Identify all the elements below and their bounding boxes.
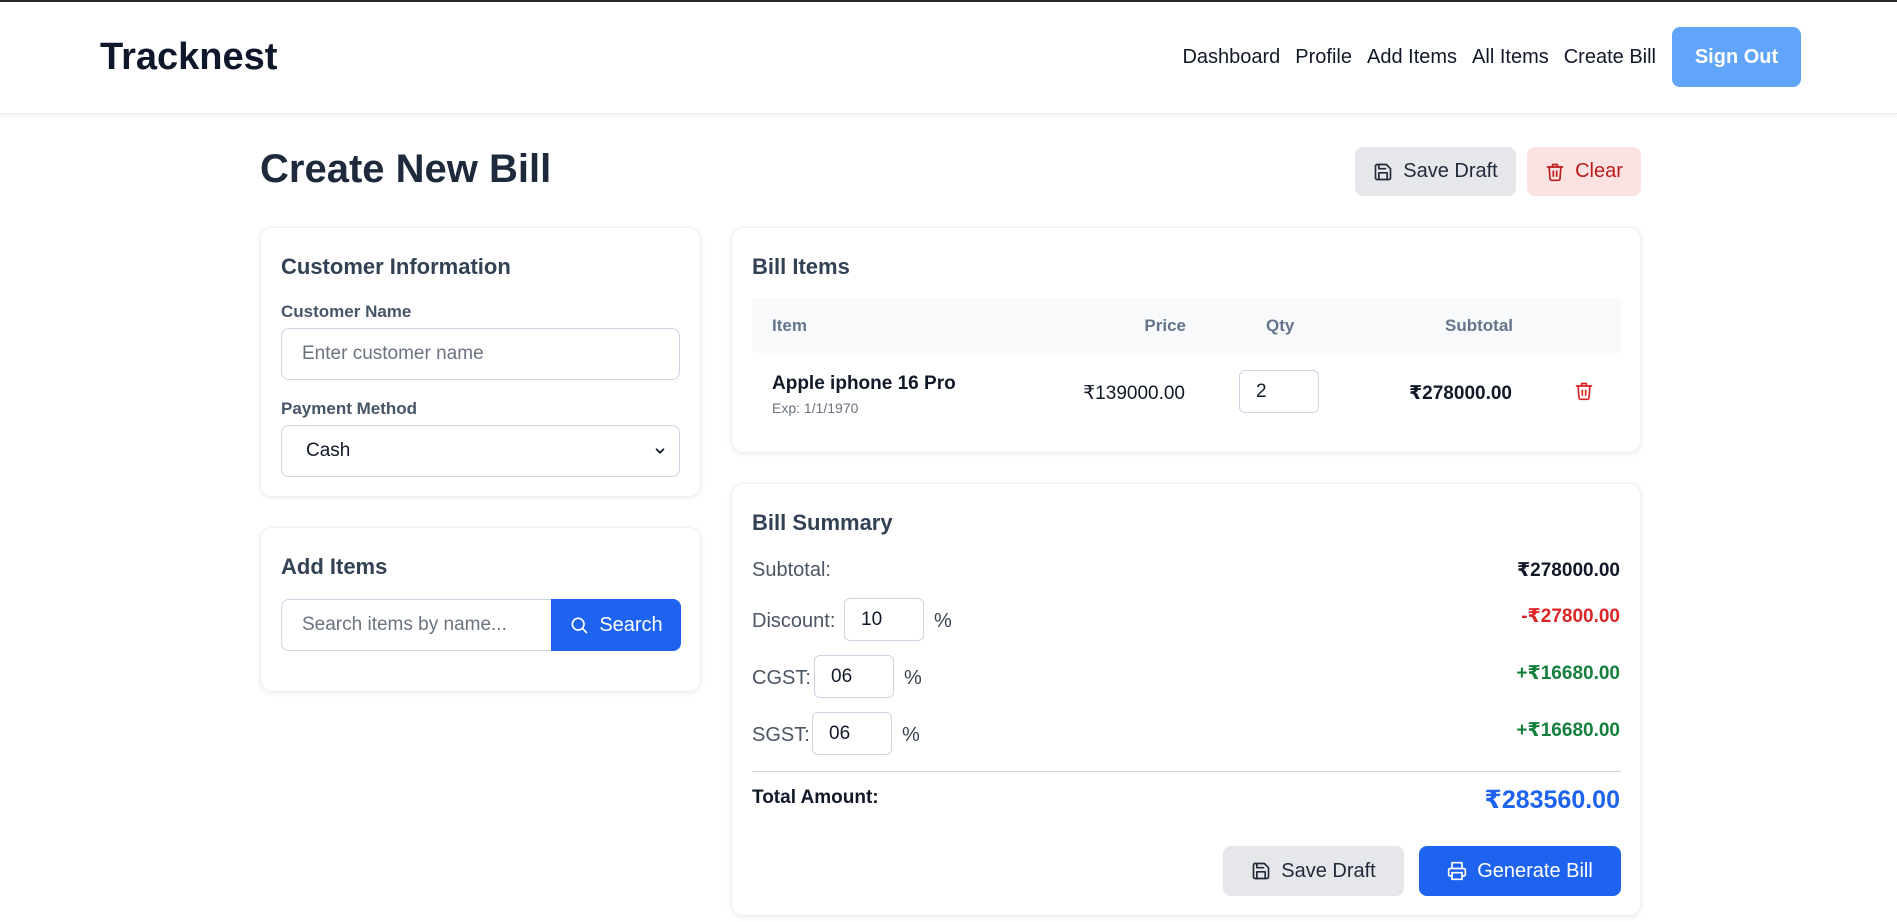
clear-label: Clear: [1575, 160, 1623, 182]
sgst-percent: %: [902, 724, 920, 746]
trash-icon: [1545, 162, 1575, 182]
add-items-title: Add Items: [281, 554, 388, 579]
search-button[interactable]: Search: [551, 599, 681, 651]
customer-name-label: Customer Name: [281, 302, 412, 321]
nav-link-dashboard[interactable]: Dashboard: [1182, 46, 1280, 69]
cgst-percent: %: [904, 667, 922, 689]
save-icon: [1373, 162, 1403, 182]
generate-bill-label: Generate Bill: [1477, 859, 1593, 882]
chevron-down-icon: [653, 444, 667, 458]
column-header-qty: Qty: [1266, 316, 1295, 335]
cgst-value: +₹16680.00: [1516, 663, 1620, 684]
sgst-input[interactable]: [812, 712, 892, 755]
total-amount-label: Total Amount:: [752, 787, 879, 808]
bill-items-card: Bill Items Item Price Qty Subtotal Apple…: [731, 227, 1641, 453]
nav-link-profile[interactable]: Profile: [1295, 46, 1352, 69]
bill-items-title: Bill Items: [752, 254, 850, 279]
column-header-price: Price: [1144, 316, 1186, 335]
save-icon: [1251, 861, 1281, 881]
generate-bill-button[interactable]: Generate Bill: [1419, 846, 1621, 896]
summary-divider: [752, 771, 1621, 772]
discount-percent: %: [934, 610, 952, 632]
customer-information-title: Customer Information: [281, 254, 511, 279]
printer-icon: [1447, 861, 1477, 881]
navbar: Tracknest Dashboard Profile Add Items Al…: [0, 2, 1897, 114]
payment-method-label: Payment Method: [281, 399, 418, 418]
sgst-value: +₹16680.00: [1516, 720, 1620, 741]
save-draft-button[interactable]: Save Draft: [1223, 846, 1404, 896]
bill-summary-title: Bill Summary: [752, 510, 893, 535]
column-header-subtotal: Subtotal: [1445, 316, 1513, 335]
cgst-label: CGST:: [752, 667, 811, 689]
payment-method-value: Cash: [306, 440, 351, 461]
nav-link-create-bill[interactable]: Create Bill: [1564, 46, 1656, 69]
nav-link-all-items[interactable]: All Items: [1472, 46, 1549, 69]
clear-button[interactable]: Clear: [1527, 147, 1641, 196]
quantity-input[interactable]: [1239, 370, 1319, 413]
item-expiry: Exp: 1/1/1970: [772, 400, 859, 416]
discount-label: Discount:: [752, 610, 836, 632]
nav-link-add-items[interactable]: Add Items: [1367, 46, 1457, 69]
header-save-draft-label: Save Draft: [1403, 160, 1498, 182]
discount-value: -₹27800.00: [1521, 606, 1620, 627]
search-label: Search: [599, 613, 663, 636]
nav-links: Dashboard Profile Add Items All Items Cr…: [1182, 27, 1801, 87]
sgst-label: SGST:: [752, 724, 810, 746]
subtotal-label: Subtotal:: [752, 559, 831, 581]
payment-method-select[interactable]: Cash: [281, 425, 680, 477]
save-draft-label: Save Draft: [1281, 859, 1376, 882]
customer-information-card: Customer Information Customer Name Payme…: [260, 227, 701, 497]
remove-item-trash-icon[interactable]: [1574, 381, 1594, 401]
header-save-draft-button[interactable]: Save Draft: [1355, 147, 1516, 196]
page-title: Create New Bill: [260, 147, 552, 191]
total-amount-value: ₹283560.00: [1484, 786, 1620, 814]
bill-summary-card: Bill Summary Subtotal: ₹278000.00 Discou…: [731, 483, 1641, 916]
item-price: ₹139000.00: [1083, 383, 1185, 404]
customer-name-input[interactable]: [281, 328, 680, 380]
add-items-card: Add Items Search: [260, 527, 701, 692]
item-subtotal: ₹278000.00: [1408, 383, 1512, 404]
cgst-input[interactable]: [814, 655, 894, 698]
item-name: Apple iphone 16 Pro: [772, 373, 956, 394]
item-search-input[interactable]: [281, 599, 553, 651]
subtotal-value: ₹278000.00: [1516, 560, 1620, 581]
brand-logo[interactable]: Tracknest: [100, 36, 277, 79]
discount-input[interactable]: [844, 598, 924, 641]
column-header-item: Item: [772, 316, 807, 335]
sign-out-button[interactable]: Sign Out: [1672, 27, 1801, 87]
search-icon: [569, 615, 599, 635]
table-header: Item Price Qty Subtotal: [752, 298, 1621, 353]
